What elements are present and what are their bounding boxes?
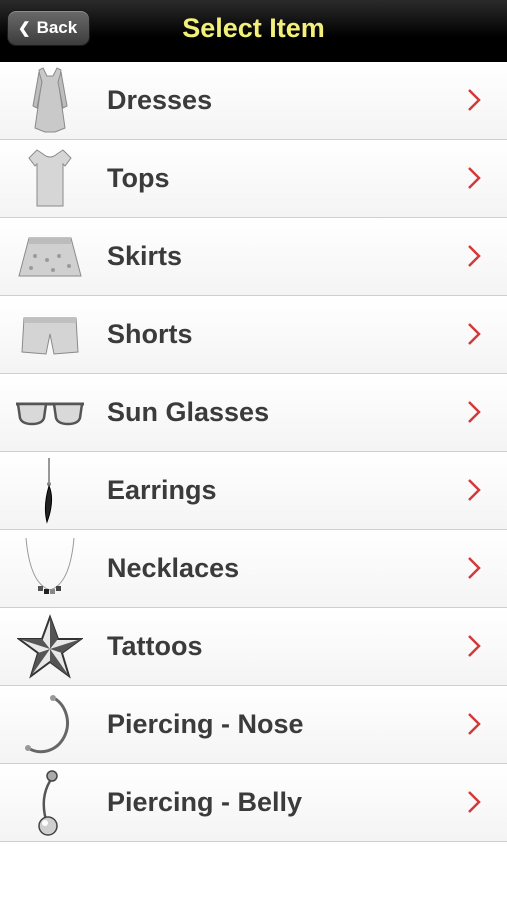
chevron-right-icon: [468, 323, 481, 345]
list-item-tops[interactable]: Tops: [0, 140, 507, 218]
chevron-right-icon: [468, 89, 481, 111]
list-item-label: Shorts: [107, 319, 193, 349]
list-item-earrings[interactable]: Earrings: [0, 452, 507, 530]
belly-ring-icon: [10, 767, 90, 839]
chevron-right-icon: [468, 245, 481, 267]
list-item-sun-glasses[interactable]: Sun Glasses: [0, 374, 507, 452]
list-item-label: Dresses: [107, 85, 213, 115]
shorts-icon: [10, 299, 90, 371]
list-item-label: Necklaces: [107, 553, 240, 583]
list-item-label: Tops: [107, 163, 170, 193]
list-item-piercing-belly[interactable]: Piercing - Belly: [0, 764, 507, 842]
sunglasses-icon: [10, 377, 90, 449]
list-item-shorts[interactable]: Shorts: [0, 296, 507, 374]
navigation-bar: ❮ Back Select Item: [0, 0, 507, 62]
list-item-piercing-nose[interactable]: Piercing - Nose: [0, 686, 507, 764]
list-item-tattoos[interactable]: Tattoos: [0, 608, 507, 686]
earring-icon: [10, 455, 90, 527]
list-item-skirts[interactable]: Skirts: [0, 218, 507, 296]
chevron-right-icon: [468, 791, 481, 813]
list-item-label: Tattoos: [107, 631, 203, 661]
top-icon: [10, 143, 90, 215]
list-item-necklaces[interactable]: Necklaces: [0, 530, 507, 608]
chevron-right-icon: [468, 713, 481, 735]
list-item-label: Sun Glasses: [107, 397, 270, 427]
nose-ring-icon: [10, 689, 90, 761]
list-item-dresses[interactable]: Dresses: [0, 62, 507, 140]
dress-icon: [10, 65, 90, 137]
list-item-label: Piercing - Nose: [107, 709, 304, 739]
page-title: Select Item: [182, 12, 325, 43]
chevron-right-icon: [468, 635, 481, 657]
list-item-label: Piercing - Belly: [107, 787, 303, 817]
necklace-icon: [10, 533, 90, 605]
list-item-label: Skirts: [107, 241, 183, 271]
item-list: Dresses Tops Skirts Shorts Sun Glasses E…: [0, 62, 507, 842]
skirt-icon: [10, 221, 90, 293]
list-item-label: Earrings: [107, 475, 217, 505]
chevron-right-icon: [468, 167, 481, 189]
star-tattoo-icon: [10, 611, 90, 683]
chevron-right-icon: [468, 479, 481, 501]
chevron-right-icon: [468, 401, 481, 423]
chevron-right-icon: [468, 557, 481, 579]
